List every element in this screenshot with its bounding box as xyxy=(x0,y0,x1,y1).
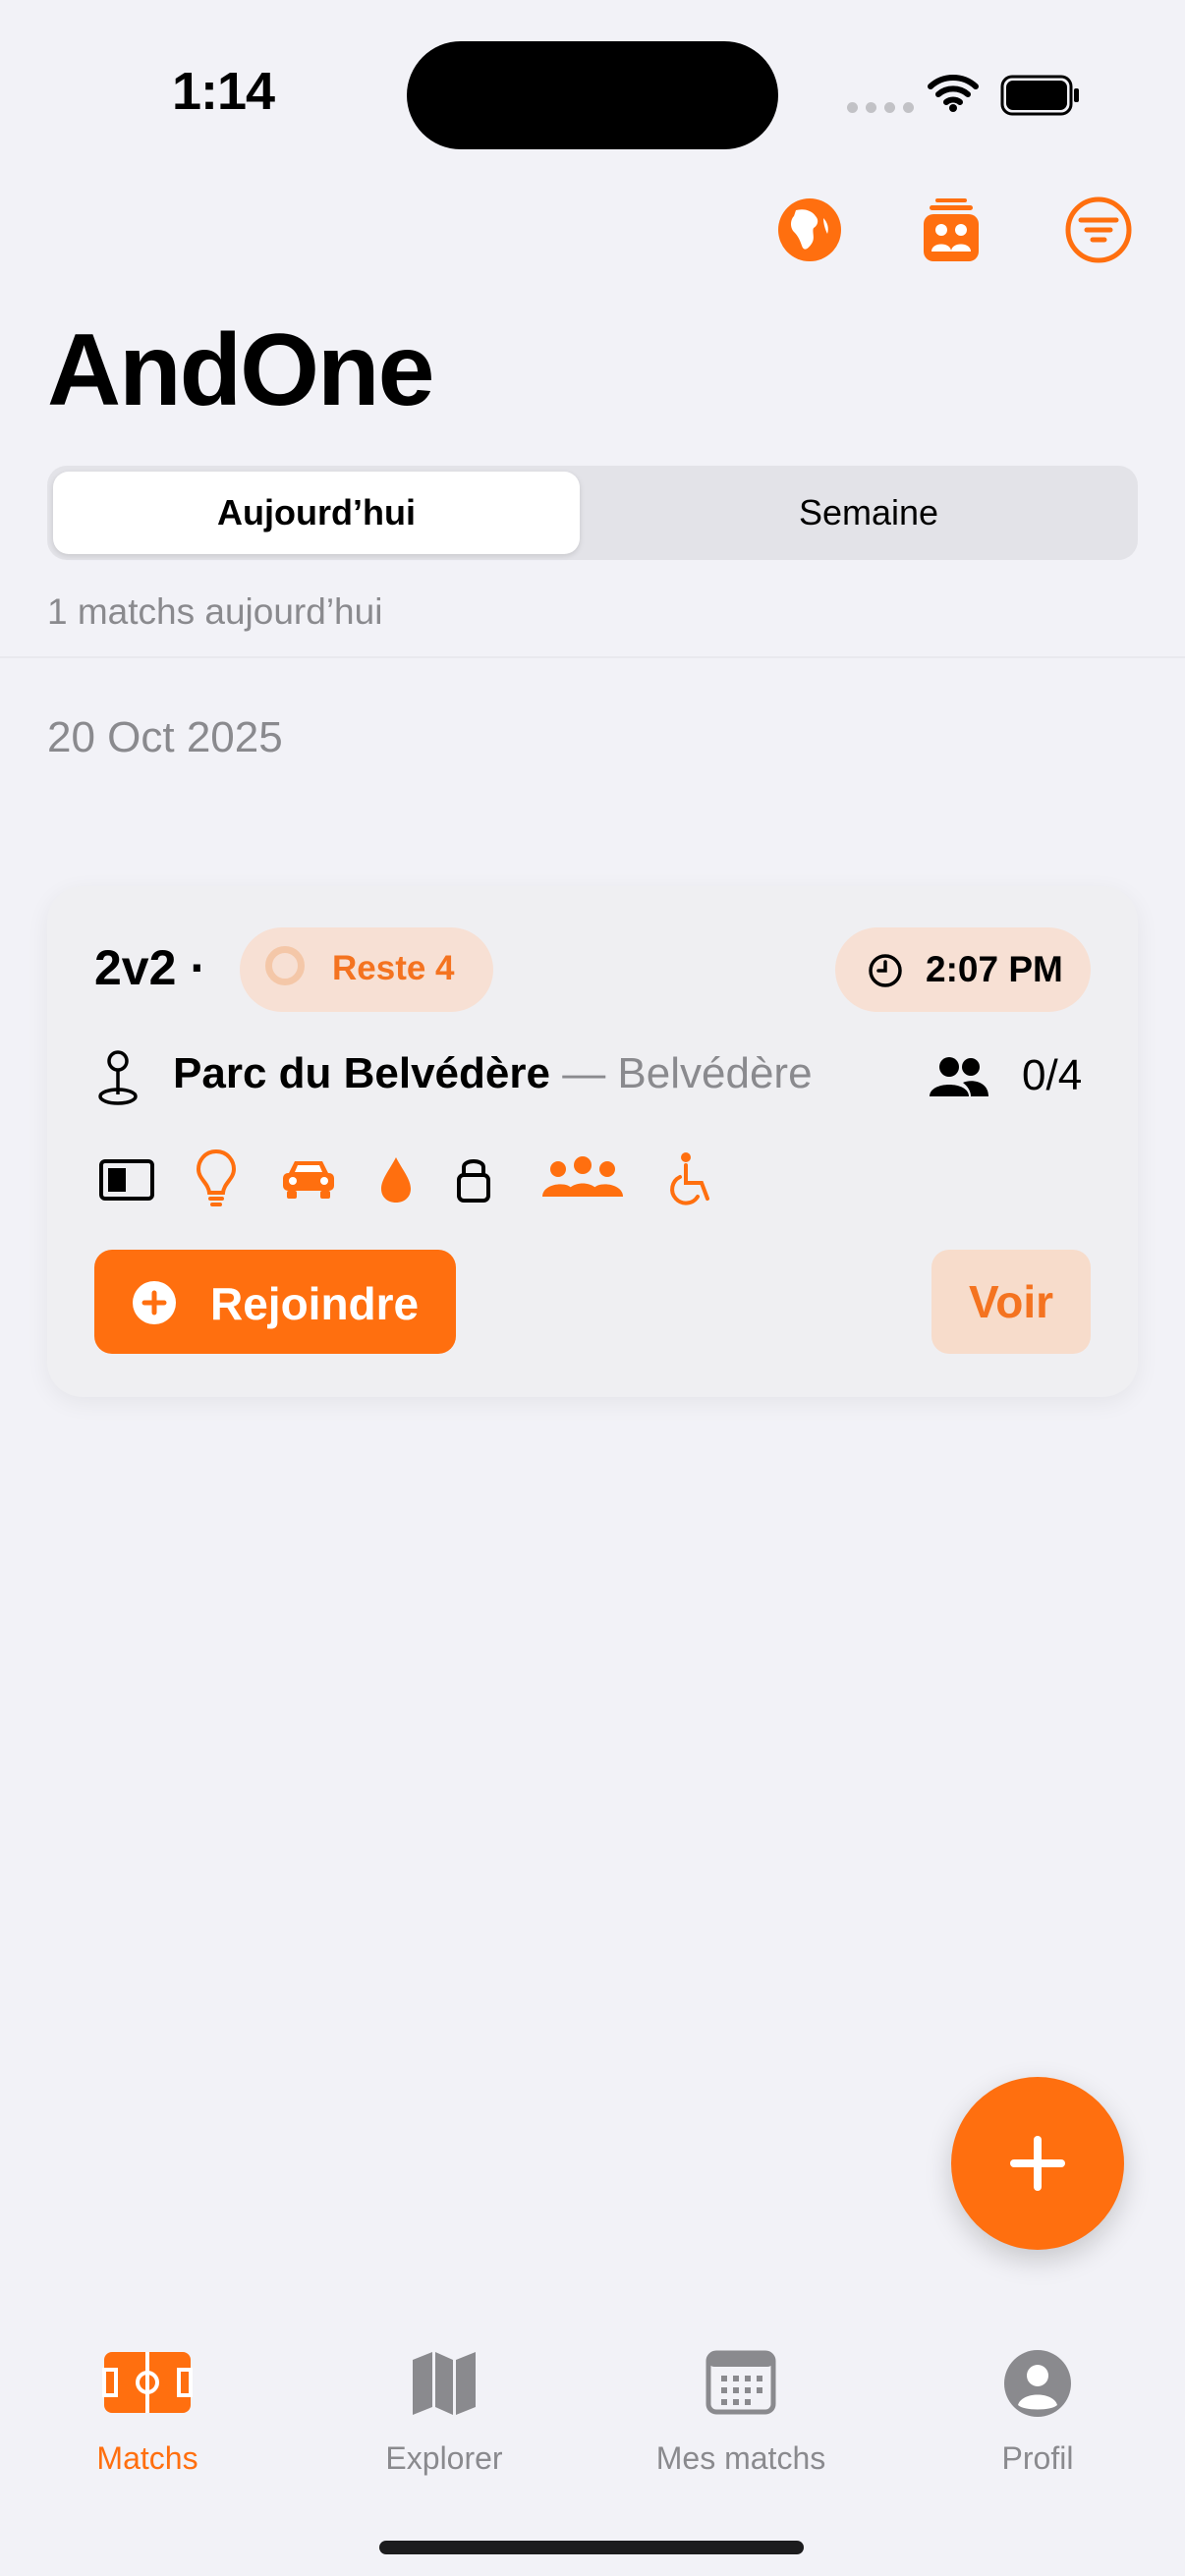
wheelchair-icon xyxy=(670,1152,709,1205)
cellular-signal-icon xyxy=(847,102,914,113)
tabbar-item-profil[interactable]: Profil xyxy=(910,2348,1165,2476)
home-indicator xyxy=(379,2541,804,2554)
match-count: 1 matchs aujourd’hui xyxy=(47,591,383,632)
lightbulb-icon xyxy=(196,1148,237,1206)
view-button[interactable]: Voir xyxy=(931,1250,1091,1354)
people-icon xyxy=(930,1057,988,1096)
location-pin-icon xyxy=(98,1050,138,1105)
match-format: 2v2 · xyxy=(94,940,206,995)
plus-circle-icon xyxy=(133,1281,176,1324)
player-count: 0/4 xyxy=(1022,1051,1083,1099)
clock-icon xyxy=(869,954,902,987)
venue-name: Parc du Belvédère xyxy=(173,1049,550,1097)
tabbar-item-matchs[interactable]: Matchs xyxy=(20,2348,275,2476)
globe-africa-icon[interactable] xyxy=(774,195,845,265)
progress-ring-icon xyxy=(265,946,305,985)
tabbar-label: Matchs xyxy=(96,2440,198,2476)
venue-separator: — xyxy=(549,1049,618,1097)
lock-icon xyxy=(457,1159,490,1203)
join-label: Rejoindre xyxy=(210,1278,420,1329)
court-icon xyxy=(102,2352,193,2413)
tabbar-label: Profil xyxy=(1001,2440,1074,2476)
plus-icon xyxy=(1010,2136,1065,2191)
join-button[interactable]: Rejoindre xyxy=(94,1250,456,1354)
divider xyxy=(0,656,1185,658)
remaining-label: Reste 4 xyxy=(332,949,455,987)
tab-week[interactable]: Semaine xyxy=(605,472,1132,554)
create-match-button[interactable] xyxy=(951,2077,1124,2250)
time-badge: 2:07 PM xyxy=(835,927,1091,1012)
water-drop-icon xyxy=(381,1157,411,1203)
map-icon xyxy=(413,2352,476,2415)
section-date: 20 Oct 2025 xyxy=(47,713,283,761)
group-icon xyxy=(542,1156,623,1197)
team-board-icon[interactable] xyxy=(916,195,987,265)
page-title: AndOne xyxy=(47,313,434,427)
segmented-control: Aujourd’hui Semaine xyxy=(47,466,1138,560)
wifi-icon xyxy=(928,75,979,112)
filter-icon[interactable] xyxy=(1063,195,1134,265)
tabbar-item-mes-matchs[interactable]: Mes matchs xyxy=(613,2348,869,2476)
status-time: 1:14 xyxy=(172,62,275,121)
remaining-badge: Reste 4 xyxy=(240,927,493,1012)
match-time: 2:07 PM xyxy=(926,949,1063,989)
tab-today[interactable]: Aujourd’hui xyxy=(53,472,580,554)
venue-line: Parc du Belvédère — Belvédère xyxy=(173,1049,813,1098)
tabbar-item-explorer[interactable]: Explorer xyxy=(316,2348,572,2476)
person-circle-icon xyxy=(1004,2350,1071,2417)
calendar-icon xyxy=(705,2350,776,2415)
battery-icon xyxy=(1000,75,1079,116)
court-surface-icon xyxy=(99,1159,154,1201)
tabbar-label: Mes matchs xyxy=(655,2440,826,2476)
tabbar-label: Explorer xyxy=(385,2440,503,2476)
car-icon xyxy=(283,1161,334,1199)
dynamic-island xyxy=(407,41,778,149)
venue-area: Belvédère xyxy=(617,1049,813,1097)
